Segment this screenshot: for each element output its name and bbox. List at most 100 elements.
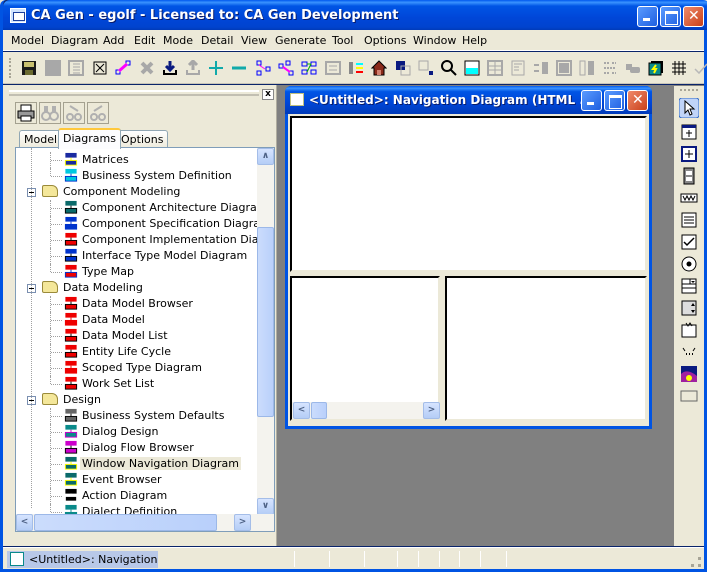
menu-options[interactable]: Options: [364, 34, 406, 47]
tree-item[interactable]: Dialog Flow Browser: [16, 440, 256, 456]
connect-icon[interactable]: [115, 60, 131, 76]
menu-window[interactable]: Window: [413, 34, 456, 47]
menu-tool[interactable]: Tool: [332, 34, 353, 47]
diagram-right-pane[interactable]: [445, 276, 647, 421]
window-icon[interactable]: [464, 60, 480, 76]
upload-icon[interactable]: [185, 60, 201, 76]
find-next-button[interactable]: [63, 102, 85, 124]
print-button[interactable]: [15, 102, 37, 124]
tree-item[interactable]: Scoped Type Diagram: [16, 360, 256, 376]
form-icon[interactable]: [510, 60, 526, 76]
vertical-scroll-thumb[interactable]: [257, 227, 274, 417]
scroll-right-button[interactable]: >: [234, 514, 251, 531]
bring-front-icon[interactable]: [395, 60, 411, 76]
grid-icon[interactable]: [671, 60, 687, 76]
horizontal-scroll-thumb[interactable]: [34, 514, 217, 531]
add-icon[interactable]: [208, 60, 224, 76]
toolbox-grip[interactable]: [680, 89, 698, 91]
window-tool-icon[interactable]: [679, 122, 699, 142]
diagram-left-pane[interactable]: < >: [290, 276, 440, 421]
pane-scroll-right-button[interactable]: >: [423, 402, 440, 419]
tree-item[interactable]: Entity Life Cycle: [16, 344, 256, 360]
tree-item[interactable]: Action Diagram: [16, 488, 256, 504]
scroll-left-button[interactable]: <: [16, 514, 33, 531]
panel-grip[interactable]: [9, 90, 259, 96]
tab-diagrams[interactable]: Diagrams: [58, 128, 121, 149]
menu-view[interactable]: View: [241, 34, 267, 47]
list-tool-icon[interactable]: [679, 210, 699, 230]
spin-tool-icon[interactable]: [679, 298, 699, 318]
tree-item[interactable]: Interface Type Model Diagram: [16, 248, 256, 264]
tree-item[interactable]: Data Model: [16, 312, 256, 328]
tree-folder[interactable]: Component Modeling: [16, 184, 256, 200]
tree-item[interactable]: Data Model List: [16, 328, 256, 344]
child-maximize-button[interactable]: [604, 90, 625, 111]
home-icon[interactable]: [371, 60, 387, 76]
tree-item[interactable]: Window Navigation Diagram: [16, 456, 256, 472]
box-x-icon[interactable]: [92, 60, 108, 76]
check-icon[interactable]: [693, 60, 707, 76]
find-prev-button[interactable]: [87, 102, 109, 124]
scroll-down-button[interactable]: ∨: [257, 498, 274, 515]
menu-help[interactable]: Help: [462, 34, 487, 47]
tree-vertical-scrollbar[interactable]: ∧ ∨: [257, 148, 274, 515]
hierarchy-icon[interactable]: [301, 60, 317, 76]
radio-tool-icon[interactable]: [679, 254, 699, 274]
tree-item[interactable]: Component Implementation Diagram: [16, 232, 274, 248]
tree-item[interactable]: Component Architecture Diagram: [16, 200, 267, 216]
layout-icon[interactable]: [325, 60, 341, 76]
send-back-icon[interactable]: [418, 60, 434, 76]
tree-item[interactable]: Type Map: [16, 264, 256, 280]
field-tool-icon[interactable]: [679, 188, 699, 208]
remove-icon[interactable]: [231, 60, 247, 76]
tree-item[interactable]: Business System Defaults: [16, 408, 256, 424]
tree-item[interactable]: Matrices: [16, 152, 256, 168]
button-tool-icon[interactable]: [679, 386, 699, 406]
download-icon[interactable]: [162, 60, 178, 76]
scroll-up-button[interactable]: ∧: [257, 148, 274, 165]
delete-icon[interactable]: [139, 60, 155, 76]
pointer-tool-icon[interactable]: [679, 98, 699, 118]
window-nav-icon[interactable]: [290, 93, 304, 106]
distribute-icon[interactable]: [602, 60, 618, 76]
tree-item[interactable]: Component Specification Diagram: [16, 216, 271, 232]
event-icon[interactable]: [648, 60, 664, 76]
minimize-button[interactable]: [637, 6, 658, 27]
zoom-icon[interactable]: [441, 60, 457, 76]
dialog-tool-icon[interactable]: [679, 144, 699, 164]
tree-folder[interactable]: Design: [16, 392, 256, 408]
pane-horizontal-scrollbar[interactable]: < >: [292, 402, 440, 419]
panel-close-button[interactable]: x: [262, 89, 274, 100]
tree-item[interactable]: Event Browser: [16, 472, 256, 488]
menu-edit[interactable]: Edit: [134, 34, 155, 47]
child-minimize-button[interactable]: [581, 90, 602, 111]
disabled-icon[interactable]: [45, 60, 61, 76]
panel-tool-icon[interactable]: [679, 166, 699, 186]
pane-scroll-left-button[interactable]: <: [293, 402, 310, 419]
child-close-button[interactable]: [627, 90, 648, 111]
tree-folder[interactable]: Data Modeling: [16, 280, 256, 296]
find-button[interactable]: [39, 102, 61, 124]
resize-grip[interactable]: [691, 557, 701, 567]
tree-horizontal-scrollbar[interactable]: < >: [16, 514, 274, 531]
taskbar-item-navigation-diagram[interactable]: <Untitled>: Navigation Di: [7, 551, 158, 568]
maximize-button[interactable]: [660, 6, 681, 27]
split-icon[interactable]: [579, 60, 595, 76]
tree-item[interactable]: Business System Definition: [16, 168, 256, 184]
child-title-bar[interactable]: <Untitled>: Navigation Diagram (HTML ...: [285, 86, 652, 114]
group-icon[interactable]: [625, 60, 641, 76]
close-button[interactable]: [683, 6, 704, 27]
properties-icon[interactable]: [68, 60, 84, 76]
menu-model[interactable]: Model: [11, 34, 44, 47]
ole-tool-icon[interactable]: [679, 342, 699, 362]
color-legend-icon[interactable]: [348, 60, 364, 76]
tree-item[interactable]: Dialog Design: [16, 424, 256, 440]
save-icon[interactable]: [21, 60, 37, 76]
tree-item[interactable]: Data Model Browser: [16, 296, 256, 312]
pane-scroll-thumb[interactable]: [311, 402, 327, 419]
align-icon[interactable]: [533, 60, 549, 76]
tree-item[interactable]: Work Set List: [16, 376, 256, 392]
diagram-top-pane[interactable]: [290, 116, 647, 272]
frame-icon[interactable]: [556, 60, 572, 76]
menu-add[interactable]: Add: [103, 34, 124, 47]
